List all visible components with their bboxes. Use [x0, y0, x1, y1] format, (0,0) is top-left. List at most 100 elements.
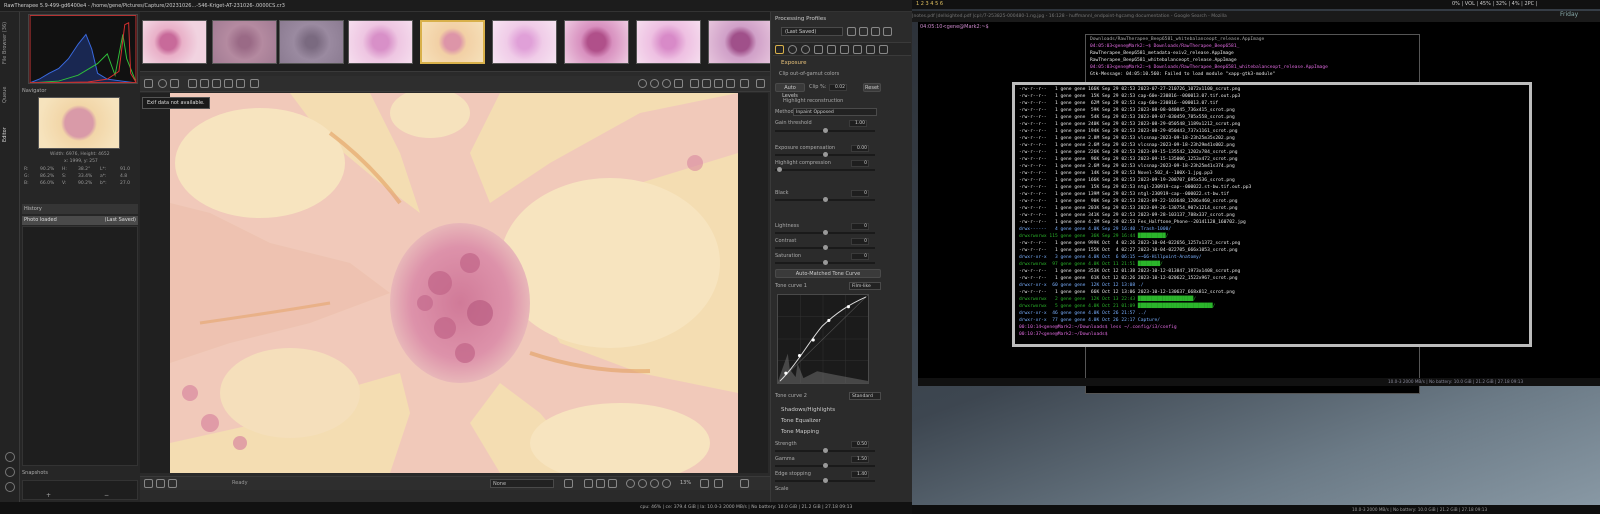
section-exposure[interactable]: Exposure [773, 58, 911, 68]
filmstrip-thumb[interactable] [708, 20, 773, 64]
section-shadows-highlights[interactable]: Shadows/Highlights [773, 405, 911, 415]
export-icon[interactable] [564, 479, 573, 488]
detail-tab-icon[interactable] [788, 45, 797, 54]
fullscreen-icon[interactable] [5, 482, 15, 492]
link-icon[interactable] [156, 479, 165, 488]
filmstrip-thumb[interactable] [279, 20, 344, 64]
slider-value[interactable]: 0 [851, 238, 869, 245]
slider-knob[interactable] [823, 230, 828, 235]
background-select[interactable]: None [490, 479, 554, 488]
filmstrip-thumb[interactable] [492, 20, 557, 64]
exposure-slider[interactable] [775, 152, 875, 157]
slider-value[interactable]: 0.50 [851, 441, 869, 448]
tab-editor[interactable]: Editor [2, 120, 18, 150]
slider-knob[interactable] [823, 245, 828, 250]
highlight-compression-slider[interactable] [775, 167, 875, 172]
tone-curve-1-mode[interactable]: Film-like [849, 282, 881, 290]
tone-curve-editor[interactable] [777, 294, 869, 384]
lock-icon[interactable] [144, 479, 153, 488]
strength-slider[interactable] [775, 448, 875, 453]
auto-levels-button[interactable]: Auto Levels [775, 83, 805, 99]
black-slider[interactable] [775, 197, 875, 202]
filmstrip-thumb[interactable] [142, 20, 207, 64]
filmstrip-thumb[interactable] [348, 20, 413, 64]
zoom-100-icon[interactable] [650, 479, 659, 488]
lightness-slider[interactable] [775, 230, 875, 235]
hand-tool-icon[interactable] [188, 79, 197, 88]
slider-value[interactable]: 0 [851, 190, 869, 197]
flip-v-icon[interactable] [726, 79, 735, 88]
edge-stopping-slider[interactable] [775, 478, 875, 483]
tone-curve-2-mode[interactable]: Standard [849, 392, 881, 400]
remove-snapshot-button[interactable]: − [104, 492, 109, 499]
slider-knob[interactable] [777, 167, 782, 172]
slider-knob[interactable] [823, 197, 828, 202]
transform-icon[interactable] [250, 79, 259, 88]
highlight-reconstruction-checkbox[interactable]: Highlight reconstruction [783, 98, 843, 104]
collapse-right-icon[interactable] [756, 79, 765, 88]
navigator-thumbnail[interactable] [38, 97, 120, 149]
saturation-slider[interactable] [775, 260, 875, 265]
contrast-slider[interactable] [775, 245, 875, 250]
copy-profile-icon[interactable] [740, 79, 749, 88]
metadata-tab-icon[interactable] [866, 45, 875, 54]
filmstrip-thumb-selected[interactable] [420, 20, 485, 64]
window-tabs[interactable]: |notes.pdf |dellsighted.pdf |cpl:/7-2538… [912, 11, 1600, 22]
slider-value[interactable]: 0 [851, 160, 869, 167]
preview-r-icon[interactable] [650, 79, 659, 88]
advanced-tab-icon[interactable] [814, 45, 823, 54]
flip-h-icon[interactable] [714, 79, 723, 88]
open-profile-icon[interactable] [847, 27, 856, 36]
exposure-tab-icon[interactable] [775, 45, 784, 54]
color-tab-icon[interactable] [801, 45, 810, 54]
fullscreen-toggle-icon[interactable] [700, 479, 709, 488]
preferences-icon[interactable] [5, 452, 15, 462]
workspace-list[interactable]: 1 2 3 4 5 6 [916, 0, 943, 9]
warning-icon[interactable] [674, 79, 683, 88]
slider-value[interactable]: 0 [851, 223, 869, 230]
copy-profile-icon[interactable] [871, 27, 880, 36]
history-row[interactable]: Photo loaded (Last Saved) [22, 216, 138, 225]
section-tone-mapping[interactable]: Tone Mapping [773, 427, 911, 437]
auto-matched-tone-curve-button[interactable]: Auto-Matched Tone Curve [775, 269, 881, 278]
slider-knob[interactable] [823, 463, 828, 468]
help-icon[interactable] [5, 467, 15, 477]
collapse-left-icon[interactable] [144, 79, 153, 88]
reset-button[interactable]: Reset [863, 83, 881, 92]
straighten-icon[interactable] [236, 79, 245, 88]
slider-knob[interactable] [823, 152, 828, 157]
rotate-left-icon[interactable] [690, 79, 699, 88]
photomicrograph[interactable] [170, 93, 738, 473]
clip-percent-value[interactable]: 0.02 [829, 84, 847, 91]
slider-knob[interactable] [823, 478, 828, 483]
local-tab-icon[interactable] [827, 45, 836, 54]
focus-mask-icon[interactable] [638, 79, 647, 88]
gain-threshold-slider[interactable] [775, 128, 875, 133]
slider-value[interactable]: 1.40 [851, 471, 869, 478]
next-image-icon[interactable] [608, 479, 617, 488]
sync-icon[interactable] [596, 479, 605, 488]
slider-knob[interactable] [823, 448, 828, 453]
wb-picker-icon[interactable] [200, 79, 209, 88]
gain-threshold-value[interactable]: 1.00 [849, 120, 867, 127]
flag-icon[interactable] [168, 479, 177, 488]
snapshots-list[interactable] [22, 480, 138, 500]
color-picker-icon[interactable] [212, 79, 221, 88]
image-preview[interactable]: Exif data not available. [140, 93, 768, 473]
slider-value[interactable]: 1.50 [851, 456, 869, 463]
zoom-in-icon[interactable] [662, 479, 671, 488]
rotate-right-icon[interactable] [702, 79, 711, 88]
filmstrip-thumb[interactable] [636, 20, 701, 64]
panel-toggle-icon[interactable] [740, 479, 749, 488]
clip-gamut-checkbox[interactable]: Clip out-of-gamut colors [779, 71, 839, 77]
tab-queue[interactable]: Queue [2, 80, 18, 110]
crop-icon[interactable] [224, 79, 233, 88]
slider-value[interactable]: 0.00 [851, 145, 869, 152]
zoom-out-icon[interactable] [626, 479, 635, 488]
profile-select[interactable]: (Last Saved) [781, 27, 843, 36]
filmstrip-thumb[interactable] [212, 20, 277, 64]
tab-file-browser[interactable]: File Browser (36) [2, 18, 18, 68]
gamma-slider[interactable] [775, 463, 875, 468]
save-profile-icon[interactable] [859, 27, 868, 36]
slider-value[interactable]: 0 [851, 253, 869, 260]
